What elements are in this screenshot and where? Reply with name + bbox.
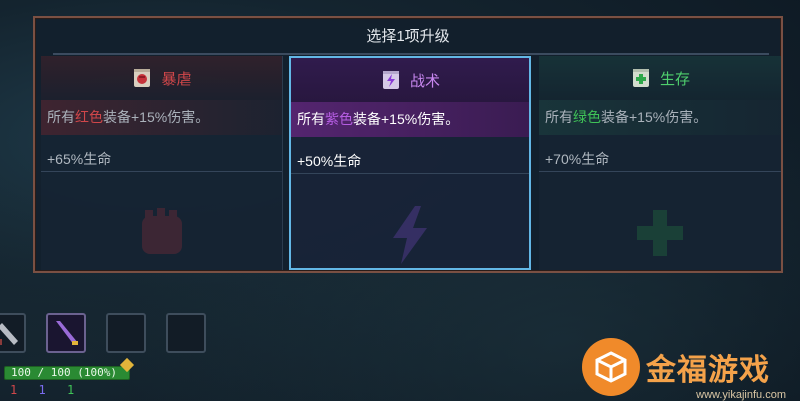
card-title: 生存 — [659, 70, 690, 88]
desc-color-word: 绿色 — [573, 109, 601, 125]
card-header: 战术 — [291, 58, 529, 102]
desc-color-word: 红色 — [75, 109, 103, 125]
upgrade-option-survival[interactable]: 生存 所有绿色装备+15%伤害。 +70%生命 — [539, 56, 781, 270]
red-fist-scroll-icon — [134, 69, 151, 87]
desc-prefix: 所有 — [47, 109, 75, 125]
card-description: 所有绿色装备+15%伤害。 — [539, 100, 781, 135]
desc-prefix: 所有 — [297, 111, 325, 127]
watermark-brand: 金福游戏 — [646, 354, 770, 387]
card-title: 暴虐 — [161, 70, 192, 88]
desc-suffix: 装备+15%伤害。 — [353, 111, 460, 127]
card-stat: +70%生命 — [539, 146, 781, 172]
fist-watermark-icon — [141, 208, 182, 254]
sword-item-icon — [56, 321, 78, 345]
card-description: 所有红色装备+15%伤害。 — [41, 100, 282, 135]
color-counters: 1 1 1 — [10, 383, 88, 397]
desc-color-word: 紫色 — [325, 111, 353, 127]
cross-watermark-icon — [637, 210, 683, 256]
upgrade-option-brutality[interactable]: 暴虐 所有红色装备+15%伤害。 +65%生命 — [41, 56, 283, 270]
desc-suffix: 装备+15%伤害。 — [601, 109, 708, 125]
inventory-slot-2[interactable] — [46, 313, 86, 353]
inventory-slot-3[interactable] — [106, 313, 146, 353]
upgrade-option-tactics[interactable]: 战术 所有紫色装备+15%伤害。 +50%生命 — [289, 56, 531, 270]
green-cross-scroll-icon — [632, 69, 649, 87]
card-header: 暴虐 — [41, 56, 282, 100]
desc-prefix: 所有 — [545, 109, 573, 125]
site-watermark: 金福游戏 — [582, 337, 792, 397]
desc-suffix: 装备+15%伤害。 — [103, 109, 210, 125]
panel-divider — [53, 53, 769, 55]
purple-counter: 1 — [38, 383, 46, 397]
panel-title: 选择1项升级 — [366, 28, 450, 45]
inventory-slot-4[interactable] — [166, 313, 206, 353]
upgrade-panel: 选择1项升级 暴虐 所有红色装备+15%伤害。 +65%生命 战术 所有紫色装备… — [33, 16, 783, 273]
watermark-url: www.yikajinfu.com — [696, 389, 786, 401]
card-title: 战术 — [409, 72, 440, 90]
card-header: 生存 — [539, 56, 781, 100]
green-counter: 1 — [66, 383, 75, 397]
card-stat: +65%生命 — [41, 146, 282, 172]
card-stat: +50%生命 — [291, 148, 529, 174]
health-bar: 100 / 100 (100%) — [4, 366, 130, 380]
cube-logo-icon — [582, 338, 640, 396]
inventory-slot-1[interactable] — [0, 313, 26, 353]
card-description: 所有紫色装备+15%伤害。 — [291, 102, 529, 137]
purple-lightning-scroll-icon — [382, 71, 399, 89]
red-counter: 1 — [10, 383, 18, 397]
lightning-watermark-icon — [393, 206, 427, 264]
blade-item-icon — [0, 323, 18, 345]
